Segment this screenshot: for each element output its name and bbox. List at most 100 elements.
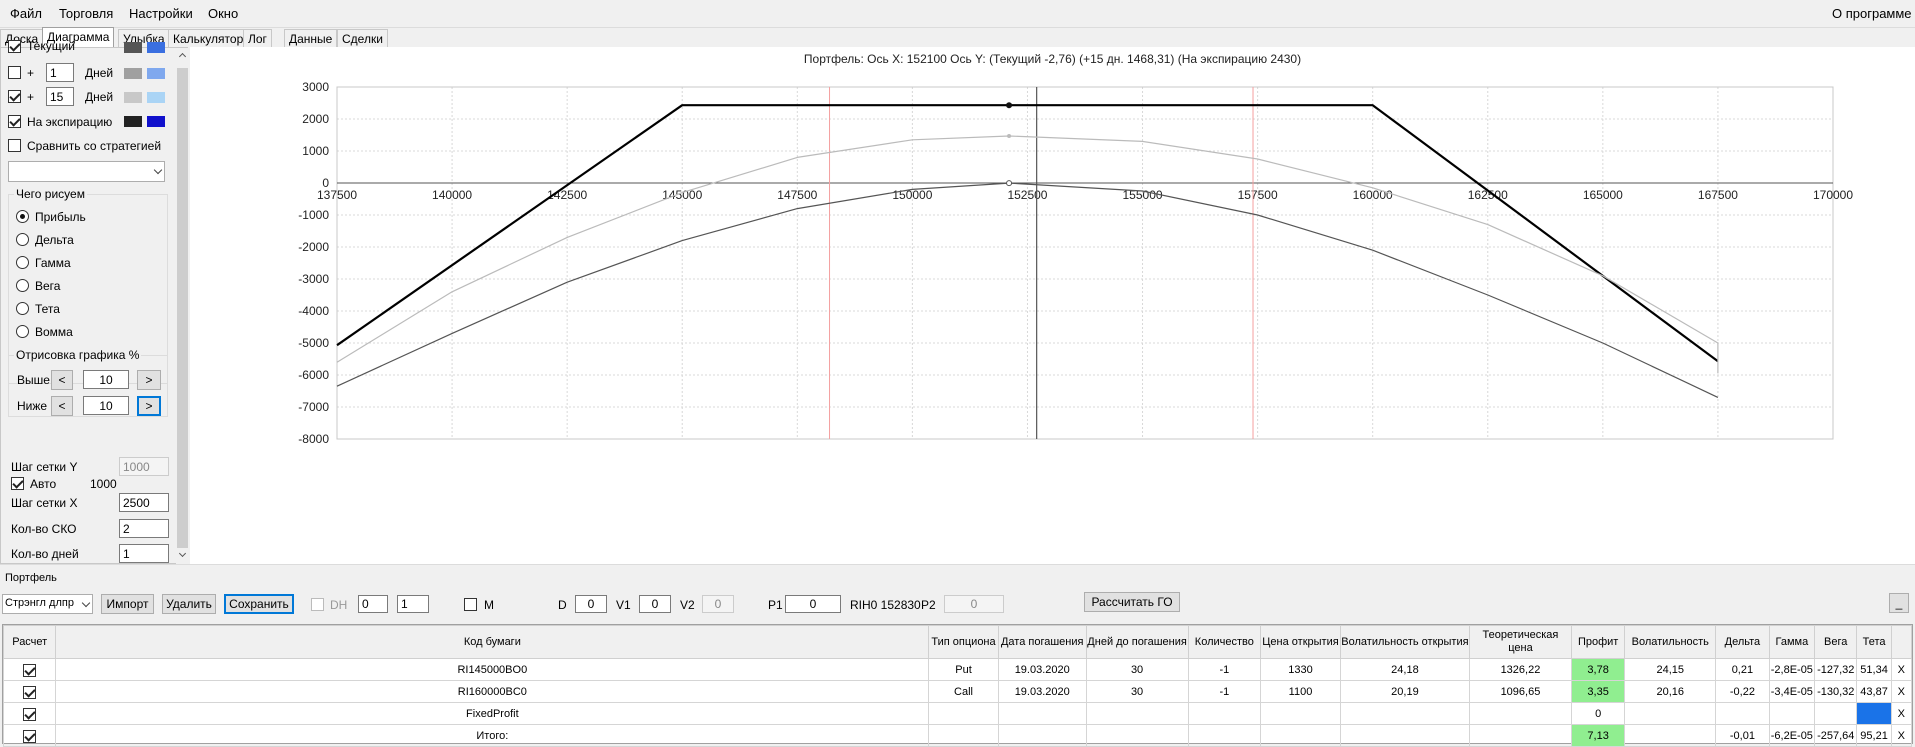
grid-x-label: Шаг сетки X bbox=[11, 496, 78, 510]
minimize-button[interactable]: _ bbox=[1889, 593, 1909, 613]
strategy-select[interactable]: Стрэнгл длпр bbox=[2, 594, 93, 614]
col-open-vol[interactable]: Волатильность открытия bbox=[1339, 625, 1471, 659]
menu-trade[interactable]: Торговля bbox=[59, 6, 113, 21]
left-panel-scrollbar[interactable] bbox=[176, 48, 189, 565]
calc-checkbox[interactable] bbox=[23, 729, 37, 743]
strategy-compare-select[interactable] bbox=[8, 161, 165, 182]
radio-theta[interactable] bbox=[16, 302, 29, 315]
menu-settings[interactable]: Настройки bbox=[129, 6, 193, 21]
days2-checkbox[interactable] bbox=[8, 90, 21, 103]
col-date[interactable]: Дата погашения bbox=[997, 625, 1087, 659]
col-calc[interactable]: Расчет bbox=[2, 625, 57, 659]
cell-type: Call bbox=[928, 680, 999, 703]
days1-color-swatch[interactable] bbox=[124, 68, 142, 79]
col-vol[interactable]: Волатильность bbox=[1624, 625, 1717, 659]
col-profit[interactable]: Профит bbox=[1570, 625, 1626, 659]
cell-vol bbox=[1624, 724, 1717, 747]
calc-go-button[interactable]: Рассчитать ГО bbox=[1084, 592, 1180, 612]
table-row[interactable]: FixedProfit 0 X bbox=[2, 702, 1913, 725]
above-decrease-button[interactable]: < bbox=[51, 370, 73, 390]
y-tick-label: -8000 bbox=[298, 432, 329, 446]
v2-input[interactable]: 0 bbox=[702, 595, 734, 613]
days2-color-swatch[interactable] bbox=[124, 92, 142, 103]
table-row[interactable]: Итого: 7,13 -0,01 -6,2E-05 -257,64 95,21 X bbox=[2, 724, 1913, 747]
col-type[interactable]: Тип опциона bbox=[928, 625, 999, 659]
scroll-down-icon[interactable] bbox=[178, 549, 187, 558]
menu-file[interactable]: Файл bbox=[10, 6, 42, 21]
dh-spinner-1[interactable]: 0 bbox=[358, 595, 388, 613]
cell-remove[interactable]: X bbox=[1890, 724, 1913, 747]
tab-deals[interactable]: Сделки bbox=[337, 29, 388, 47]
radio-gamma[interactable] bbox=[16, 256, 29, 269]
col-vega[interactable]: Вега bbox=[1814, 625, 1858, 659]
tab-calculator[interactable]: Калькулятор bbox=[168, 29, 249, 47]
table-row[interactable]: RI160000BC0 Call 19.03.2020 30 -1 1100 20,19 10… bbox=[2, 680, 1913, 703]
col-theo-price[interactable]: Теоретическая цена bbox=[1469, 625, 1572, 659]
radio-vomma[interactable] bbox=[16, 325, 29, 338]
p2-input[interactable]: 0 bbox=[944, 595, 1004, 613]
dh-checkbox[interactable] bbox=[311, 598, 324, 611]
col-gamma[interactable]: Гамма bbox=[1768, 625, 1816, 659]
delete-button[interactable]: Удалить bbox=[162, 594, 216, 614]
v1-input[interactable]: 0 bbox=[639, 595, 671, 613]
days1-checkbox[interactable] bbox=[8, 66, 21, 79]
days1-input[interactable]: 1 bbox=[46, 63, 74, 82]
current-color-swatch[interactable] bbox=[124, 42, 142, 53]
payoff-chart[interactable]: Портфель: Ось X: 152100 Ось Y: (Текущий … bbox=[190, 47, 1915, 564]
menu-about[interactable]: О программе bbox=[1832, 6, 1912, 21]
import-button[interactable]: Импорт bbox=[101, 594, 154, 614]
compare-checkbox[interactable] bbox=[8, 139, 21, 152]
days1-color-swatch-2[interactable] bbox=[147, 68, 165, 79]
col-qty[interactable]: Количество bbox=[1187, 625, 1262, 659]
table-row[interactable]: RI145000BO0 Put 19.03.2020 30 -1 1330 24,18 132… bbox=[2, 658, 1913, 681]
current-checkbox[interactable] bbox=[8, 40, 21, 53]
expiry-color-swatch[interactable] bbox=[124, 116, 142, 127]
grid-y-input[interactable]: 1000 bbox=[119, 457, 169, 476]
dh-spinner-2[interactable]: 1 bbox=[397, 595, 429, 613]
calc-checkbox[interactable] bbox=[23, 707, 37, 721]
expiry-color-swatch-2[interactable] bbox=[147, 116, 165, 127]
radio-delta[interactable] bbox=[16, 233, 29, 246]
calc-checkbox[interactable] bbox=[23, 685, 37, 699]
cell-theta: 43,87 bbox=[1856, 680, 1892, 703]
col-open-price[interactable]: Цена открытия bbox=[1260, 625, 1341, 659]
radio-vega[interactable] bbox=[16, 279, 29, 292]
p1-input[interactable]: 0 bbox=[785, 595, 841, 613]
calc-cell bbox=[2, 658, 57, 681]
days2-color-swatch-2[interactable] bbox=[147, 92, 165, 103]
cell-remove[interactable]: X bbox=[1890, 680, 1913, 703]
grid-x-input[interactable]: 2500 bbox=[119, 493, 169, 512]
col-code[interactable]: Код бумаги bbox=[55, 625, 930, 659]
below-increase-button[interactable]: > bbox=[137, 396, 161, 416]
col-delta[interactable]: Дельта bbox=[1715, 625, 1770, 659]
auto-checkbox[interactable] bbox=[11, 477, 24, 490]
current-color-swatch-2[interactable] bbox=[147, 42, 165, 53]
d-input[interactable]: 0 bbox=[575, 595, 607, 613]
scroll-thumb[interactable] bbox=[177, 68, 188, 548]
cell-remove[interactable]: X bbox=[1890, 702, 1913, 725]
cell-theo-price bbox=[1469, 702, 1572, 725]
cell-remove[interactable]: X bbox=[1890, 658, 1913, 681]
radio-profit[interactable] bbox=[16, 210, 29, 223]
expiry-checkbox[interactable] bbox=[8, 115, 21, 128]
col-theta[interactable]: Тета bbox=[1856, 625, 1892, 659]
sko-input[interactable]: 2 bbox=[119, 519, 169, 538]
tab-log[interactable]: Лог bbox=[243, 29, 272, 47]
menu-window[interactable]: Окно bbox=[208, 6, 238, 21]
calc-checkbox[interactable] bbox=[23, 663, 37, 677]
col-days[interactable]: Дней до погашения bbox=[1085, 625, 1189, 659]
days-count-input[interactable]: 1 bbox=[119, 544, 169, 563]
scroll-up-icon[interactable] bbox=[178, 52, 187, 61]
below-input[interactable]: 10 bbox=[83, 396, 129, 415]
y-tick-label: -2000 bbox=[298, 240, 329, 254]
tab-data[interactable]: Данные bbox=[284, 29, 338, 47]
save-button[interactable]: Сохранить bbox=[224, 594, 294, 614]
draw-percent-title: Отрисовка графика % bbox=[14, 348, 142, 362]
above-input[interactable]: 10 bbox=[83, 370, 129, 389]
above-increase-button[interactable]: > bbox=[137, 370, 161, 390]
cell-open-price: 1330 bbox=[1260, 658, 1341, 681]
below-decrease-button[interactable]: < bbox=[51, 396, 73, 416]
m-checkbox[interactable] bbox=[464, 598, 477, 611]
portfolio-title: Портфель bbox=[5, 572, 57, 584]
days2-input[interactable]: 15 bbox=[46, 87, 74, 106]
